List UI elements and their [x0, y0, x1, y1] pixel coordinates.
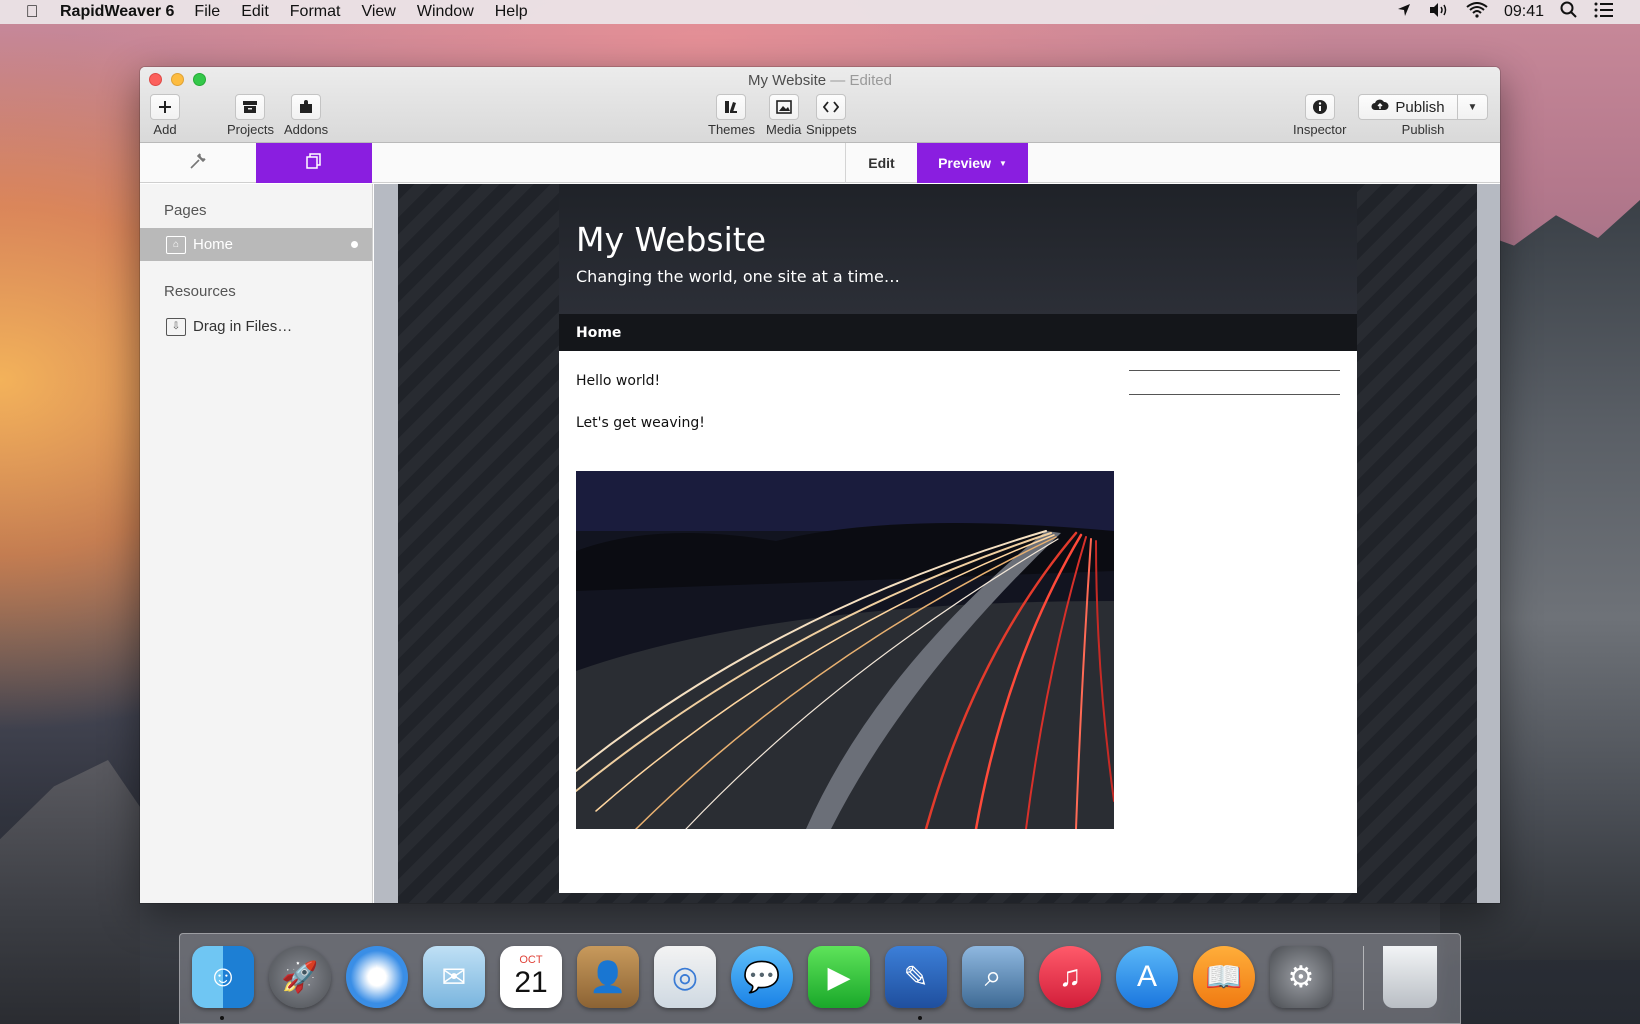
inspector-button[interactable]: Inspector	[1293, 94, 1346, 137]
messages-icon[interactable]: 💬	[731, 946, 793, 1008]
finder-icon[interactable]: ☺	[192, 946, 254, 1008]
drag-in-files[interactable]: ⇩ Drag in Files…	[140, 310, 372, 343]
preview-mode-button[interactable]: Preview ▼	[917, 143, 1028, 183]
pages-stack-icon	[305, 152, 323, 175]
themes-button[interactable]: Themes	[708, 94, 755, 137]
paragraph: Let's get weaving!	[576, 415, 705, 431]
window-title: My Website — Edited	[748, 72, 892, 89]
themes-icon	[716, 94, 747, 120]
menu-view[interactable]: View	[361, 3, 395, 21]
notification-center-icon[interactable]	[1594, 2, 1614, 23]
trash-icon[interactable]	[1383, 946, 1437, 1008]
menu-file[interactable]: File	[194, 3, 220, 21]
running-indicator	[918, 1016, 922, 1020]
ibooks-icon[interactable]: 📖	[1193, 946, 1255, 1008]
app-store-icon[interactable]: A	[1116, 946, 1178, 1008]
mode-bar: Edit Preview ▼	[140, 143, 1500, 183]
menu-bar:  RapidWeaver 6 File Edit Format View Wi…	[0, 0, 1640, 24]
menubar-clock[interactable]: 09:41	[1504, 3, 1544, 21]
tab-site-settings[interactable]	[140, 143, 256, 183]
contacts-icon[interactable]: 👤	[577, 946, 639, 1008]
safari-icon[interactable]: ✦	[346, 946, 408, 1008]
menu-format[interactable]: Format	[290, 3, 341, 21]
dock: ☺ 🚀 ✦ ✉ OCT 21 👤 ◎ 💬 ▶ ✎ ⌕ ♫ A 📖 ⚙	[179, 933, 1461, 1024]
plus-icon	[150, 94, 180, 120]
import-file-icon: ⇩	[166, 317, 186, 336]
site-background: My Website Changing the world, one site …	[398, 184, 1477, 903]
snippets-button[interactable]: Snippets	[806, 94, 857, 137]
site-nav-home[interactable]: Home	[576, 325, 621, 341]
dock-separator	[1363, 946, 1364, 1010]
chevron-down-icon: ▼	[999, 158, 1007, 168]
sidebar-item-home[interactable]: ⌂ Home	[140, 228, 372, 261]
edit-mode-button[interactable]: Edit	[845, 143, 917, 183]
menu-window[interactable]: Window	[417, 3, 474, 21]
sidebar-divider	[1129, 370, 1340, 371]
running-indicator	[220, 1016, 224, 1020]
volume-icon[interactable]	[1428, 2, 1450, 23]
location-icon[interactable]	[1396, 2, 1412, 23]
chevron-down-icon: ▼	[1467, 101, 1478, 113]
sidebar-divider	[1129, 394, 1340, 395]
calendar-icon[interactable]: OCT 21	[500, 946, 562, 1008]
cloud-upload-icon	[1371, 98, 1389, 116]
home-page-icon: ⌂	[166, 235, 186, 254]
publish-control: Publish ▼ Publish	[1358, 94, 1488, 137]
unpublished-dot-icon	[351, 241, 358, 248]
maps-icon[interactable]: ◎	[654, 946, 716, 1008]
preview-app-icon[interactable]: ⌕	[962, 946, 1024, 1008]
facetime-icon[interactable]: ▶	[808, 946, 870, 1008]
archive-box-icon	[235, 94, 266, 120]
projects-button[interactable]: Projects	[227, 94, 274, 137]
media-button[interactable]: Media	[766, 94, 801, 137]
itunes-icon[interactable]: ♫	[1039, 946, 1101, 1008]
app-menu[interactable]: RapidWeaver 6	[60, 3, 174, 21]
rapidweaver-window: My Website — Edited Add Projects Addons …	[140, 67, 1500, 903]
site-page: My Website Changing the world, one site …	[559, 184, 1357, 893]
resources-header: Resources	[164, 283, 236, 300]
publish-options-button[interactable]: ▼	[1458, 94, 1488, 120]
system-preferences-icon[interactable]: ⚙	[1270, 946, 1332, 1008]
site-content: Hello world! Let's get weaving!	[559, 351, 1357, 829]
window-toolbar: My Website — Edited Add Projects Addons …	[140, 67, 1500, 143]
site-tagline: Changing the world, one site at a time…	[576, 267, 900, 286]
pages-header: Pages	[164, 202, 207, 219]
image-icon	[768, 94, 799, 120]
spotlight-icon[interactable]	[1560, 1, 1578, 24]
tab-pages[interactable]	[256, 143, 372, 183]
site-nav: Home	[559, 314, 1357, 351]
menu-help[interactable]: Help	[495, 3, 528, 21]
rapidweaver-icon[interactable]: ✎	[885, 946, 947, 1008]
puzzle-piece-icon	[291, 94, 322, 120]
paragraph: Hello world!	[576, 373, 661, 389]
code-brackets-icon	[816, 94, 847, 120]
site-title: My Website	[576, 220, 767, 259]
preview-pane[interactable]: My Website Changing the world, one site …	[374, 184, 1500, 903]
info-icon	[1304, 94, 1335, 120]
wifi-icon[interactable]	[1466, 1, 1488, 23]
menu-edit[interactable]: Edit	[241, 3, 269, 21]
add-button[interactable]: Add	[150, 94, 180, 137]
publish-button[interactable]: Publish	[1358, 94, 1458, 120]
site-header: My Website Changing the world, one site …	[559, 184, 1357, 314]
wrench-icon	[188, 151, 208, 176]
addons-button[interactable]: Addons	[284, 94, 328, 137]
apple-menu-icon[interactable]: 	[22, 2, 42, 22]
launchpad-icon[interactable]: 🚀	[269, 946, 331, 1008]
mail-icon[interactable]: ✉	[423, 946, 485, 1008]
light-trails-photo	[576, 471, 1114, 829]
page-sidebar: Pages ⌂ Home Resources ⇩ Drag in Files…	[140, 184, 373, 903]
